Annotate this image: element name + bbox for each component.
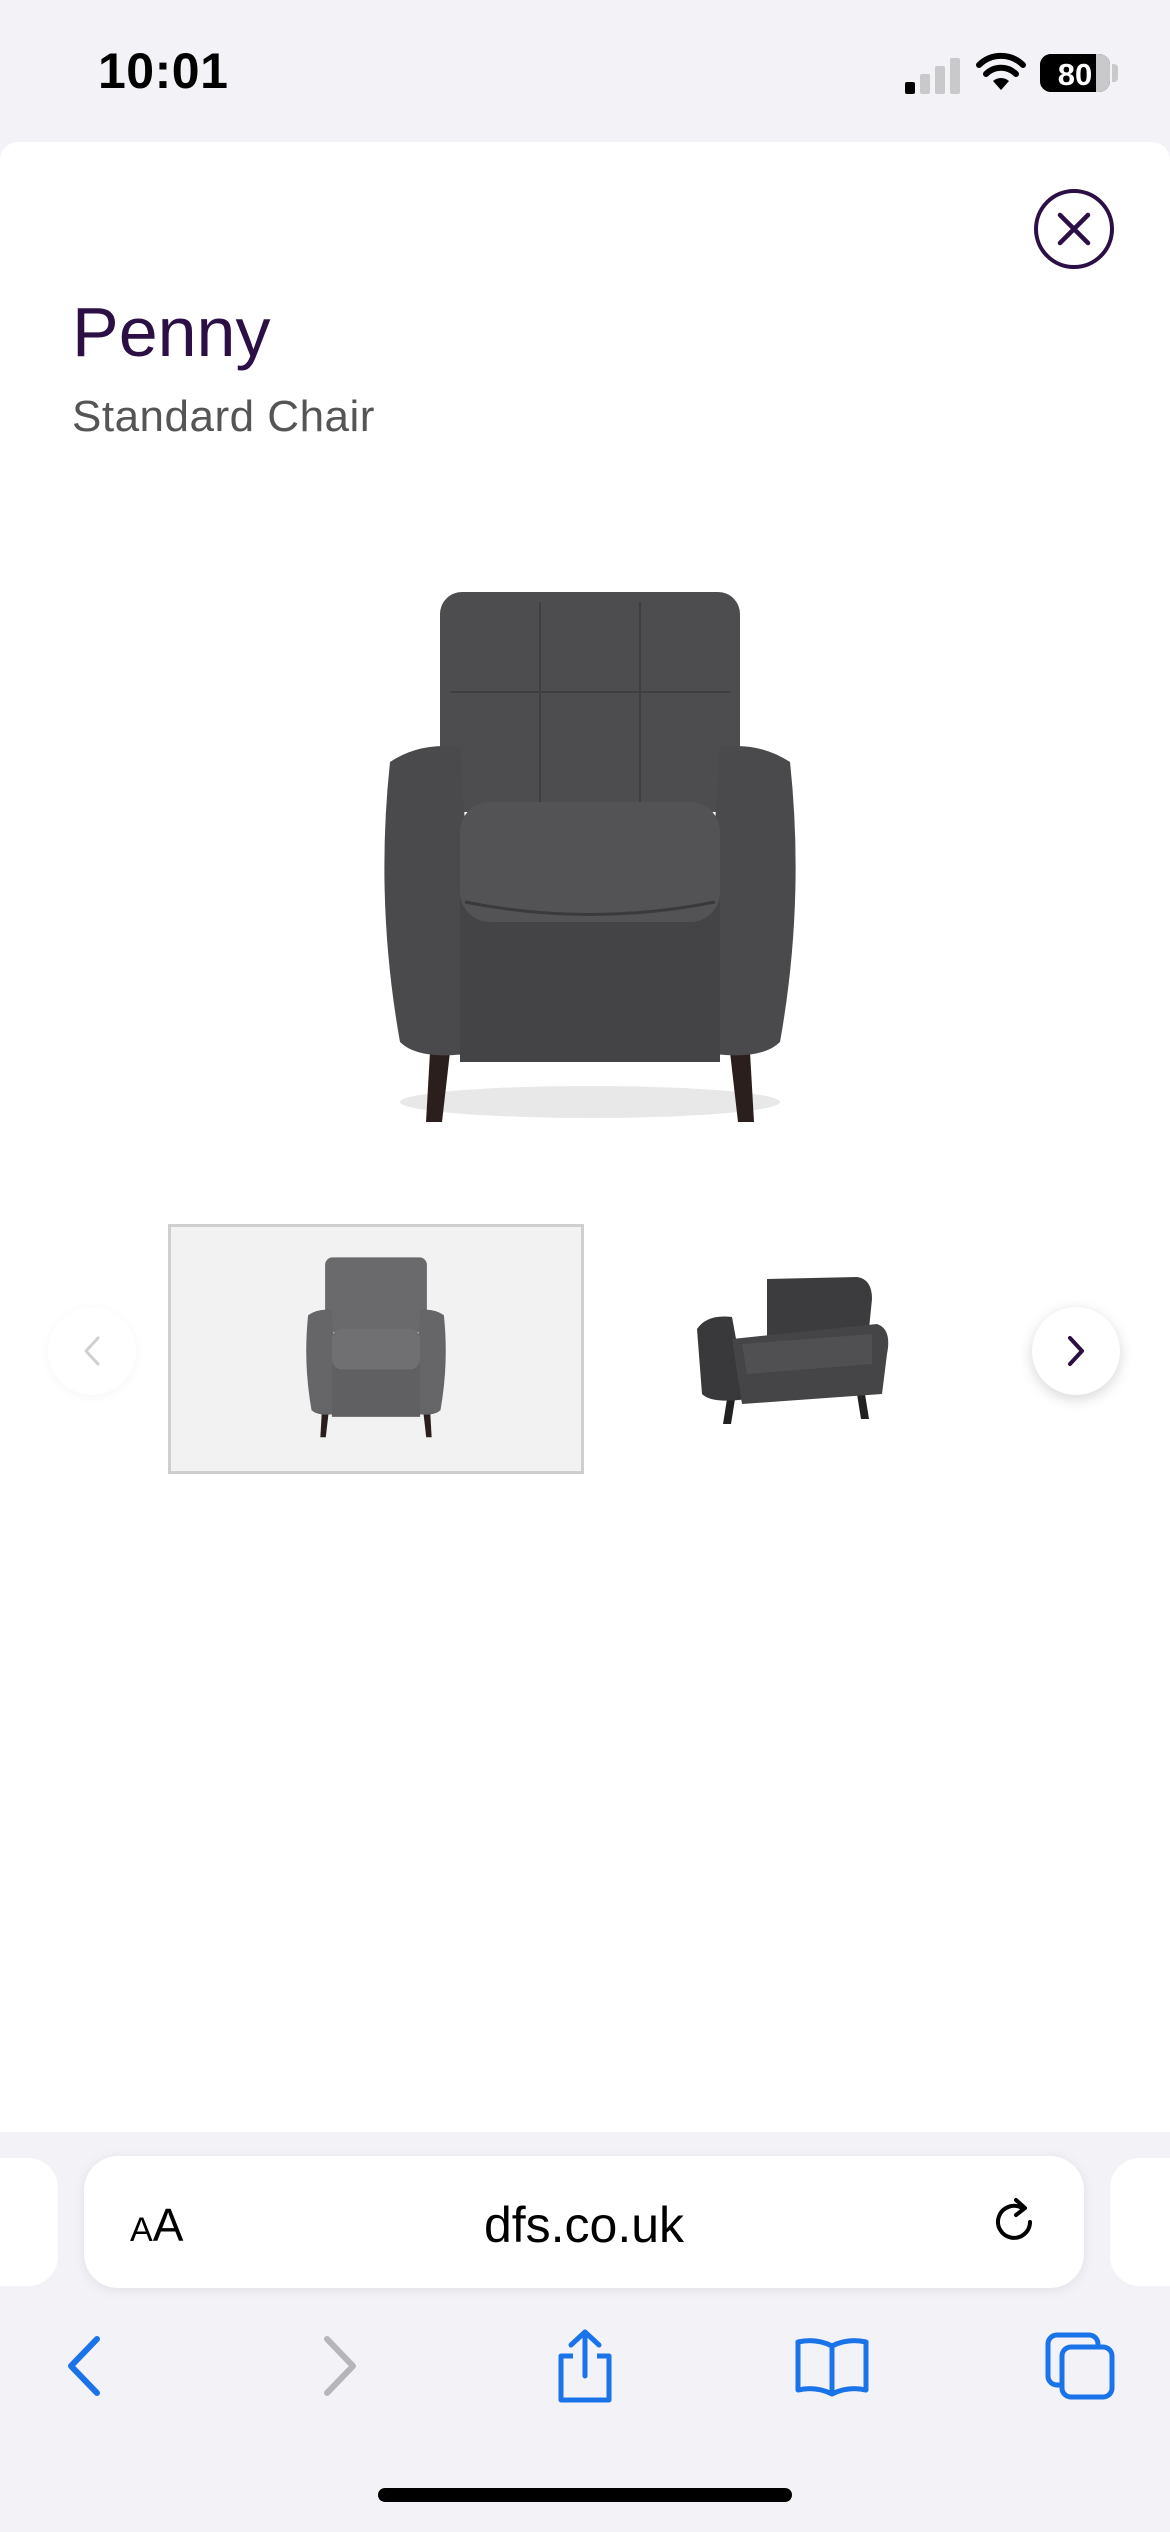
back-button[interactable] xyxy=(46,2326,126,2406)
chair-main-image xyxy=(384,592,796,1122)
share-button[interactable] xyxy=(545,2326,625,2406)
address-bar[interactable]: AA dfs.co.uk xyxy=(84,2156,1084,2288)
product-subtitle: Standard Chair xyxy=(72,392,375,441)
wifi-icon xyxy=(976,52,1026,90)
reload-icon[interactable] xyxy=(984,2192,1044,2252)
forward-chevron-icon xyxy=(324,2336,356,2396)
thumbnail-1[interactable] xyxy=(168,1224,584,1474)
bookmarks-button[interactable] xyxy=(792,2326,872,2406)
share-icon xyxy=(558,2329,612,2403)
previous-tab-preview[interactable] xyxy=(0,2158,58,2286)
back-chevron-icon xyxy=(68,2336,100,2396)
chevron-left-icon xyxy=(84,1336,100,1366)
chair-angle-thumbnail-icon xyxy=(697,1277,889,1424)
tabs-icon xyxy=(1045,2332,1115,2400)
tabs-button[interactable] xyxy=(1040,2326,1120,2406)
home-indicator xyxy=(378,2488,792,2502)
status-time: 10:01 xyxy=(98,43,229,99)
chevron-right-icon xyxy=(1068,1336,1084,1366)
product-title: Penny xyxy=(72,293,271,371)
battery-percent: 80 xyxy=(1057,57,1093,92)
next-tab-preview[interactable] xyxy=(1110,2158,1170,2286)
bookmarks-icon xyxy=(795,2338,869,2397)
forward-button[interactable] xyxy=(298,2326,378,2406)
carousel-prev-button[interactable] xyxy=(48,1307,136,1395)
product-gallery-modal: Penny Standard Chair xyxy=(0,142,1170,2132)
status-bar: 10:01 80 xyxy=(0,0,1170,142)
battery-icon: 80 xyxy=(1040,54,1110,92)
carousel-next-button[interactable] xyxy=(1032,1307,1120,1395)
battery-cap xyxy=(1112,64,1118,82)
url-text: dfs.co.uk xyxy=(483,2197,685,2253)
close-icon xyxy=(1057,212,1091,246)
thumbnail-2[interactable] xyxy=(584,1224,1000,1474)
cellular-signal-icon xyxy=(905,56,961,94)
chair-front-thumbnail-icon xyxy=(306,1257,446,1438)
close-button[interactable] xyxy=(1034,189,1114,269)
